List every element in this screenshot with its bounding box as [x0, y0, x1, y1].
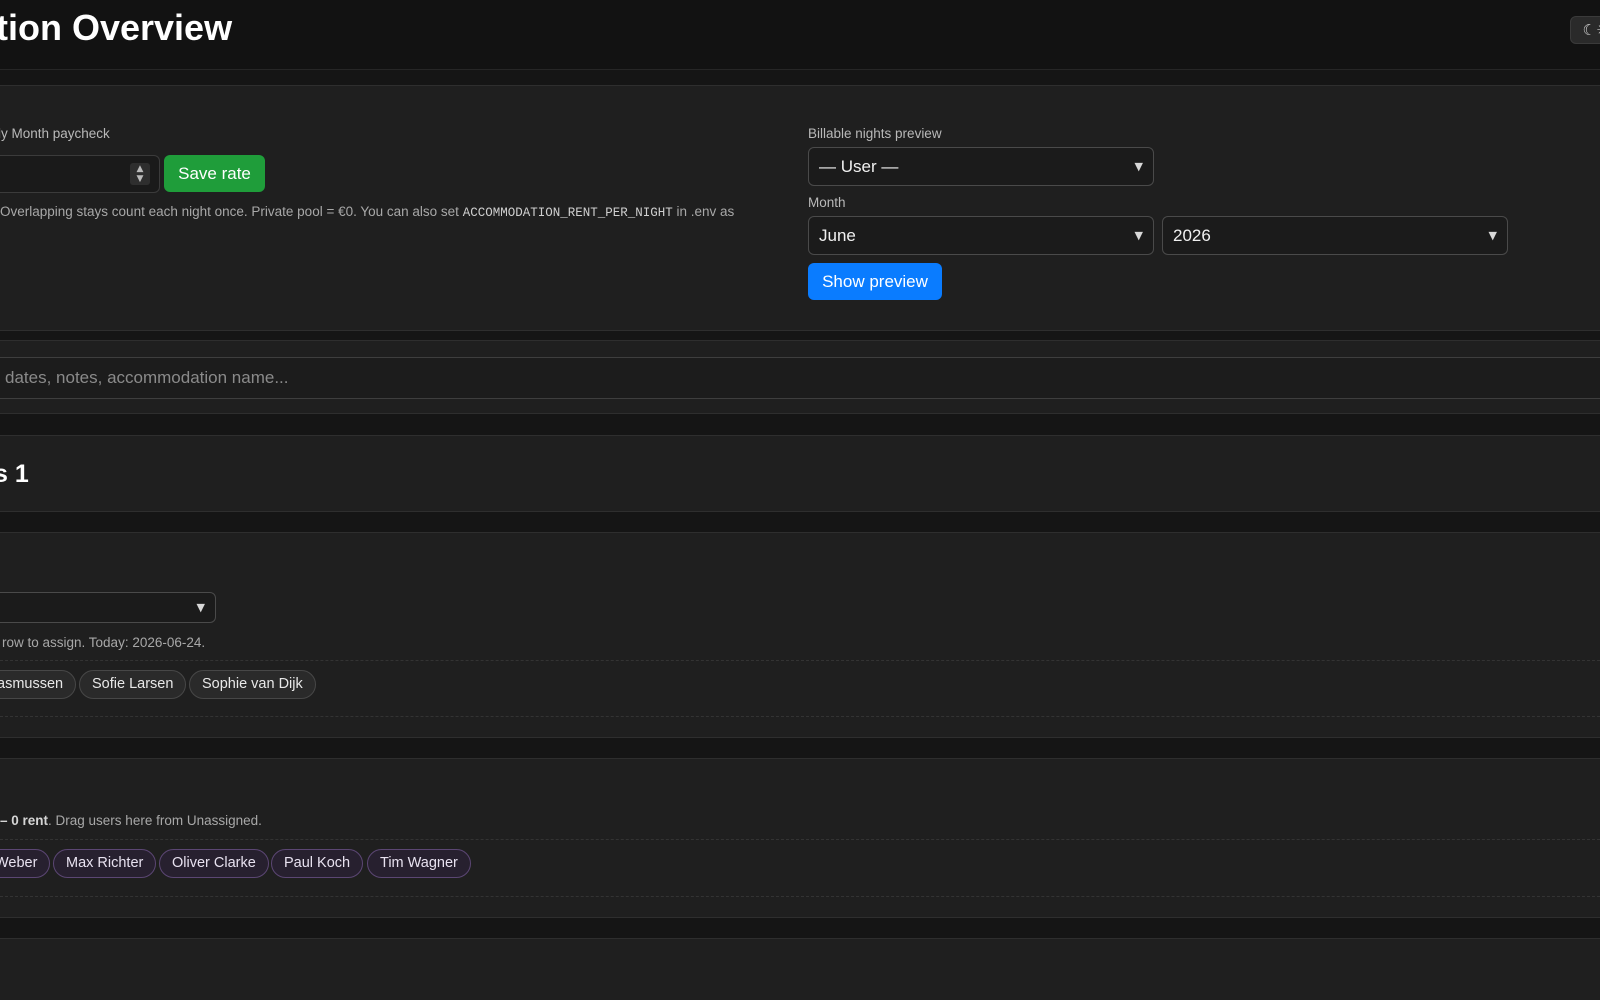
pool-hint: – 0 rent. Drag users here from Unassigne… [0, 813, 262, 828]
user-chip[interactable]: asmussen [0, 670, 77, 699]
group-title: s 1 [0, 460, 29, 488]
assign-select[interactable]: ▼ [0, 592, 216, 623]
chevron-down-icon: ▼ [1134, 229, 1143, 242]
moon-sun-icon: ☾☀ [1582, 21, 1600, 39]
rate-hint: Overlapping stays count each night once.… [0, 204, 734, 220]
member-chip[interactable]: Oliver Clarke [159, 849, 269, 878]
page-title: tion Overview [0, 7, 233, 48]
unassigned-hint: row to assign. Today: 2026-06-24. [2, 635, 206, 650]
month-label: Month [808, 195, 846, 210]
rate-hint-text: Overlapping stays count each night once.… [0, 204, 459, 219]
rate-label: ly Month paycheck [0, 126, 110, 141]
search-placeholder: dates, notes, accommodation name... [5, 368, 289, 387]
month-select[interactable]: June ▼ [808, 216, 1154, 255]
billable-nights-label: Billable nights preview [808, 126, 942, 141]
user-chip[interactable]: Sofie Larsen [79, 670, 187, 699]
year-select[interactable]: 2026 ▼ [1162, 216, 1508, 255]
bottom-panel [0, 938, 1600, 1000]
user-select[interactable]: — User — ▼ [808, 147, 1154, 186]
chevron-down-icon: ▼ [1134, 160, 1143, 173]
env-variable-name: ACCOMMODATION_RENT_PER_NIGHT [462, 206, 673, 220]
member-chip[interactable]: Paul Koch [271, 849, 364, 878]
divider [0, 660, 1600, 661]
member-chip[interactable]: Tim Wagner [367, 849, 471, 878]
group-header-panel [0, 435, 1600, 512]
top-bar: tion Overview ☾☀ [0, 0, 1600, 70]
pool-panel [0, 758, 1600, 918]
unassigned-panel [0, 532, 1600, 738]
chevron-down-icon: ▼ [1488, 229, 1497, 242]
chevron-down-icon: ▼ [196, 601, 205, 614]
divider [0, 839, 1600, 840]
member-chip[interactable]: Weber [0, 849, 51, 878]
pool-rent-text: – 0 rent [0, 813, 49, 828]
divider [0, 896, 1600, 897]
month-select-value: June [819, 226, 856, 245]
year-select-value: 2026 [1173, 226, 1211, 245]
up-down-spinner-icon[interactable]: ▲ ▼ [130, 163, 150, 185]
user-select-value: — User — [819, 157, 899, 176]
member-chip[interactable]: Max Richter [53, 849, 157, 878]
divider [0, 716, 1600, 717]
rate-hint-suffix: in .env as [676, 204, 735, 219]
theme-toggle-button[interactable]: ☾☀ [1570, 16, 1600, 44]
pool-hint-text: . Drag users here from Unassigned. [48, 813, 262, 828]
save-rate-button[interactable]: Save rate [164, 155, 265, 192]
user-chip[interactable]: Sophie van Dijk [189, 670, 316, 699]
show-preview-button[interactable]: Show preview [808, 263, 942, 300]
